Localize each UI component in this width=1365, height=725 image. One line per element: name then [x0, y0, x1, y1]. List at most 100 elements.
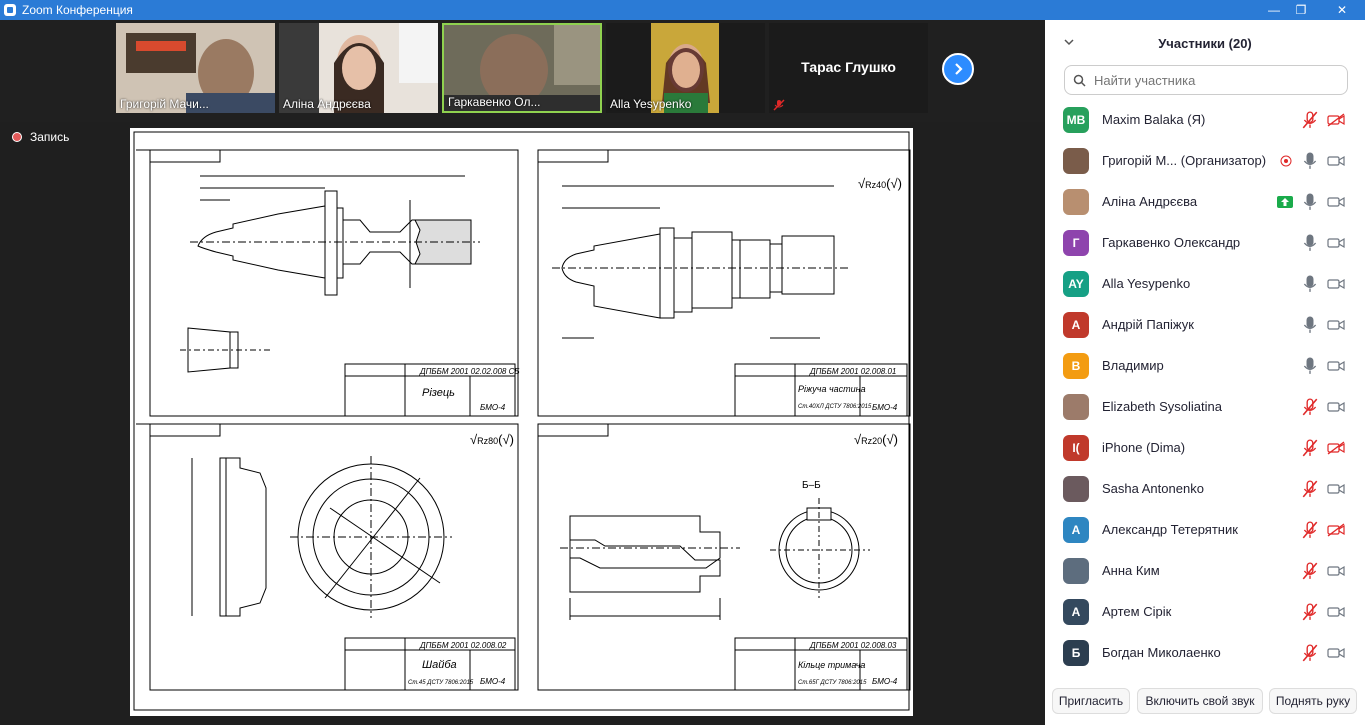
br-code: ДПББМ 2001 02.008.03: [809, 641, 897, 650]
video-icon[interactable]: [1327, 195, 1345, 209]
section-label: Б–Б: [802, 480, 821, 491]
participant-row[interactable]: А Александр Тетерятник: [1045, 509, 1355, 550]
mic-icon[interactable]: [1301, 274, 1319, 293]
avatar-photo: [1063, 147, 1089, 174]
muted-mic-icon[interactable]: [1301, 561, 1319, 580]
zoom-app-icon: [4, 4, 16, 16]
video-thumbnail-strip: Григорій Мачи... Аліна Андрєєва Гаркавен…: [0, 20, 1045, 122]
window-titlebar: Zoom Конференция — ❐ ✕: [0, 0, 1365, 20]
video-icon[interactable]: [1327, 359, 1345, 373]
br-material: Ст.65Г ДСТУ 7806:2015: [798, 680, 867, 686]
bl-group: БМО-4: [480, 677, 506, 686]
participant-row[interactable]: А Артем Сірік: [1045, 591, 1355, 632]
mic-icon[interactable]: [1301, 192, 1319, 211]
participants-list: MB Maxim Balaka (Я) Григорій М... (Орган…: [1045, 99, 1355, 669]
participant-name: Анна Ким: [1102, 563, 1160, 578]
avatar: MB: [1063, 106, 1089, 133]
muted-mic-icon[interactable]: [1301, 602, 1319, 621]
thumbnail-name: Григорій Мачи...: [120, 97, 209, 111]
participant-row[interactable]: Григорій М... (Организатор): [1045, 140, 1355, 181]
participant-row[interactable]: Б Богдан Миколаенко: [1045, 632, 1355, 669]
video-icon[interactable]: [1327, 318, 1345, 332]
br-group: БМО-4: [872, 677, 898, 686]
participant-row[interactable]: Г Гаркавенко Олександр: [1045, 222, 1355, 263]
video-icon[interactable]: [1327, 646, 1345, 660]
participant-name: Григорій М... (Организатор): [1102, 153, 1267, 168]
avatar: А: [1063, 516, 1089, 543]
tr-title: Ріжуча частина: [798, 384, 866, 394]
participant-row[interactable]: I( iPhone (Dima): [1045, 427, 1355, 468]
muted-mic-icon[interactable]: [1301, 438, 1319, 457]
video-thumbnail-active-speaker[interactable]: Гаркавенко Ол...: [442, 23, 602, 113]
participant-row[interactable]: Elizabeth Sysoliatina: [1045, 386, 1355, 427]
participant-name: Владимир: [1102, 358, 1164, 373]
video-icon[interactable]: [1327, 482, 1345, 496]
participant-name: Андрій Папіжук: [1102, 317, 1194, 332]
maximize-button[interactable]: ❐: [1287, 0, 1315, 20]
muted-mic-icon[interactable]: [1301, 520, 1319, 539]
close-button[interactable]: ✕: [1322, 0, 1362, 20]
video-icon[interactable]: [1327, 277, 1345, 291]
video-icon[interactable]: [1327, 564, 1345, 578]
mic-icon[interactable]: [1301, 315, 1319, 334]
video-off-icon[interactable]: [1327, 440, 1345, 455]
video-icon[interactable]: [1327, 400, 1345, 414]
video-thumbnail[interactable]: Григорій Мачи...: [116, 23, 275, 113]
avatar: В: [1063, 352, 1089, 379]
participant-row[interactable]: MB Maxim Balaka (Я): [1045, 99, 1355, 140]
muted-mic-icon[interactable]: [1301, 643, 1319, 662]
search-input[interactable]: [1092, 71, 1346, 89]
record-icon: [12, 132, 22, 142]
video-thumbnail[interactable]: Аліна Андрєєва: [279, 23, 438, 113]
search-icon: [1073, 74, 1086, 87]
video-icon[interactable]: [1327, 605, 1345, 619]
thumbnail-name: Аліна Андрєєва: [283, 97, 371, 111]
bl-material: Ст.45 ДСТУ 7806:2015: [408, 680, 474, 686]
muted-mic-icon[interactable]: [1301, 397, 1319, 416]
invite-button[interactable]: Пригласить: [1052, 688, 1130, 714]
mic-icon[interactable]: [1301, 356, 1319, 375]
participant-name: Аліна Андрєєва: [1102, 194, 1198, 209]
shared-screen[interactable]: √Rz40(√) √Rz80(√) √Rz20(√) Б–Б ДПББМ 200…: [130, 128, 913, 716]
avatar-photo: [1063, 393, 1089, 420]
participant-row[interactable]: AY Alla Yesypenko: [1045, 263, 1355, 304]
thumbnail-name: Alla Yesypenko: [610, 97, 692, 111]
avatar: А: [1063, 311, 1089, 338]
avatar-photo: [1063, 188, 1089, 215]
participant-row[interactable]: А Андрій Папіжук: [1045, 304, 1355, 345]
participant-name: Александр Тетерятник: [1102, 522, 1238, 537]
chevron-down-icon[interactable]: [1063, 36, 1075, 48]
participant-row[interactable]: Анна Ким: [1045, 550, 1355, 591]
mic-icon[interactable]: [1301, 233, 1319, 252]
recording-indicator[interactable]: Запись: [12, 130, 69, 144]
avatar: А: [1063, 598, 1089, 625]
minimize-button[interactable]: —: [1260, 0, 1288, 20]
panel-title: Участники (20): [1158, 35, 1252, 51]
muted-mic-icon[interactable]: [1301, 479, 1319, 498]
avatar-photo: [1063, 475, 1089, 502]
participant-name: Alla Yesypenko: [1102, 276, 1191, 291]
raise-hand-button[interactable]: Поднять руку: [1269, 688, 1357, 714]
participant-search[interactable]: [1064, 65, 1348, 95]
participant-row[interactable]: Sasha Antonenko: [1045, 468, 1355, 509]
video-thumbnail[interactable]: Alla Yesypenko: [606, 23, 765, 113]
video-thumbnail-no-video[interactable]: Тарас Глушко: [769, 23, 928, 113]
muted-mic-icon[interactable]: [1301, 110, 1319, 129]
share-screen-icon: [1277, 195, 1293, 208]
unmute-button[interactable]: Включить свой звук: [1137, 688, 1263, 714]
video-off-icon[interactable]: [1327, 112, 1345, 127]
participant-name: Богдан Миколаенко: [1102, 645, 1221, 660]
thumbnail-name: Гаркавенко Ол...: [448, 95, 541, 109]
video-icon[interactable]: [1327, 154, 1345, 168]
panel-footer: Пригласить Включить свой звук Поднять ру…: [1045, 686, 1365, 725]
participant-row[interactable]: В Владимир: [1045, 345, 1355, 386]
video-icon[interactable]: [1327, 236, 1345, 250]
mic-icon[interactable]: [1301, 151, 1319, 170]
meeting-stage: Григорій Мачи... Аліна Андрєєва Гаркавен…: [0, 20, 1045, 725]
next-page-button[interactable]: [942, 53, 974, 85]
avatar: I(: [1063, 434, 1089, 461]
video-off-icon[interactable]: [1327, 522, 1345, 537]
participant-row[interactable]: Аліна Андрєєва: [1045, 181, 1355, 222]
participant-name: Гаркавенко Олександр: [1102, 235, 1241, 250]
bl-code: ДПББМ 2001 02.008.02: [419, 641, 507, 650]
